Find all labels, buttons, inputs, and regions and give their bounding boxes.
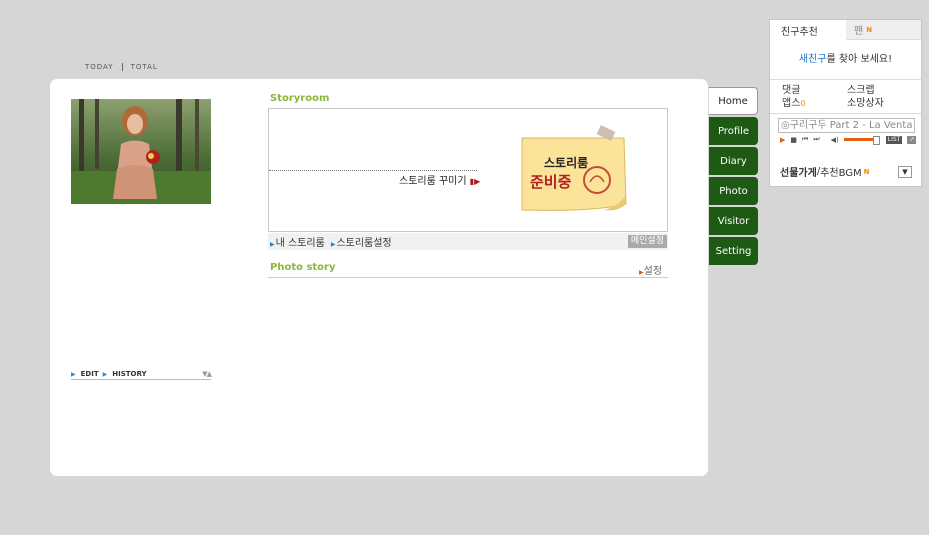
bullet-icon: ▶ — [71, 370, 76, 378]
wishbox-link[interactable]: 소망상자 — [847, 97, 912, 110]
preparing-sticky-note: 스토리룸 준비중 — [514, 124, 634, 219]
tab-profile[interactable]: Profile — [709, 117, 758, 145]
volume-icon: ◀) — [830, 135, 839, 144]
side-panel: 친구추천 팬N 새친구를 찾아 보세요! 댓글 스크랩 앱스0 소망상자 ◎구리… — [769, 19, 922, 187]
gift-bgm-row: 선물가게 / 추천BGM N ▼ — [780, 164, 912, 179]
prev-icon[interactable]: ⏮ — [802, 135, 808, 144]
tab-home[interactable]: Home — [709, 87, 758, 115]
tab-friend-recommend[interactable]: 친구추천 — [770, 20, 846, 40]
bgm-song-title[interactable]: ◎구리구두 Part 2 - La Venta — [778, 118, 915, 133]
edit-history-row: ▶ EDIT ▶ HISTORY ▼▲ — [71, 369, 212, 380]
visitor-stats: TODAY TOTAL — [85, 63, 158, 71]
gift-shop-link[interactable]: 선물가게 — [780, 164, 817, 179]
photo-story-divider — [268, 277, 668, 278]
find-friends-link[interactable]: 새친구를 찾아 보세요! — [770, 40, 921, 80]
chevron-down-icon[interactable]: ▼ — [898, 165, 912, 178]
new-badge: N — [866, 25, 873, 34]
playlist-button[interactable]: LIST — [885, 135, 903, 144]
note-text-line2: 준비중 — [530, 173, 572, 191]
main-panel: ▶ EDIT ▶ HISTORY ▼▲ Storyroom 스토리룸 꾸미기 ▮▶ … — [50, 79, 708, 476]
external-link-icon[interactable]: ↗ — [907, 135, 917, 144]
stop-icon[interactable]: ■ — [790, 136, 797, 144]
storyroom-box: 스토리룸 꾸미기 ▮▶ 스토리룸 준비중 — [268, 108, 668, 232]
tab-setting[interactable]: Setting — [709, 237, 758, 265]
stats-divider — [121, 63, 123, 71]
history-link[interactable]: HISTORY — [112, 370, 146, 378]
next-icon[interactable]: ⏭ — [813, 135, 819, 144]
today-label: TODAY — [85, 63, 114, 71]
edit-link[interactable]: EDIT — [81, 370, 99, 378]
comments-link[interactable]: 댓글 — [782, 84, 847, 97]
side-divider — [770, 110, 921, 114]
photo-story-settings-link[interactable]: ▶설정 — [639, 262, 662, 277]
expand-collapse-icon[interactable]: ▼▲ — [202, 370, 212, 378]
arrow-icon: ▮▶ — [469, 177, 481, 186]
my-storyroom-link[interactable]: ▶내 스토리룸 — [270, 234, 325, 249]
apps-link[interactable]: 앱스0 — [782, 97, 847, 110]
play-icon[interactable]: ▶ — [780, 136, 785, 144]
storyroom-settings-link[interactable]: ▶스토리룸설정 — [331, 234, 392, 249]
storyroom-bar: ▶내 스토리룸 ▶스토리룸설정 메인설정 — [268, 233, 668, 250]
cd-icon: ◎ — [781, 120, 790, 131]
total-label: TOTAL — [130, 63, 158, 71]
recommend-bgm-link[interactable]: 추천BGM — [820, 164, 861, 179]
tab-fan[interactable]: 팬N — [846, 20, 921, 40]
side-links: 댓글 스크랩 앱스0 소망상자 — [770, 80, 921, 110]
note-text-line1: 스토리룸 — [544, 155, 588, 170]
apps-count: 0 — [800, 99, 806, 108]
main-settings-button[interactable]: 메인설정 — [627, 235, 667, 248]
profile-photo[interactable] — [71, 99, 211, 204]
side-tabs: 친구추천 팬N — [770, 20, 921, 40]
tab-photo[interactable]: Photo — [709, 177, 758, 205]
tab-visitor[interactable]: Visitor — [709, 207, 758, 235]
storyroom-decorate-link[interactable]: 스토리룸 꾸미기 ▮▶ — [399, 172, 480, 187]
bullet-icon: ▶ — [102, 370, 108, 378]
scrap-link[interactable]: 스크랩 — [847, 84, 912, 97]
bgm-controls: ▶ ■ ⏮ ⏭ ◀) LIST ↗ — [780, 135, 921, 145]
storyroom-title: Storyroom — [270, 93, 330, 104]
volume-slider[interactable] — [843, 136, 880, 145]
tab-diary[interactable]: Diary — [709, 147, 758, 175]
new-badge: N — [863, 167, 870, 176]
dotted-divider — [269, 170, 477, 171]
photo-story-title: Photo story — [270, 262, 336, 273]
